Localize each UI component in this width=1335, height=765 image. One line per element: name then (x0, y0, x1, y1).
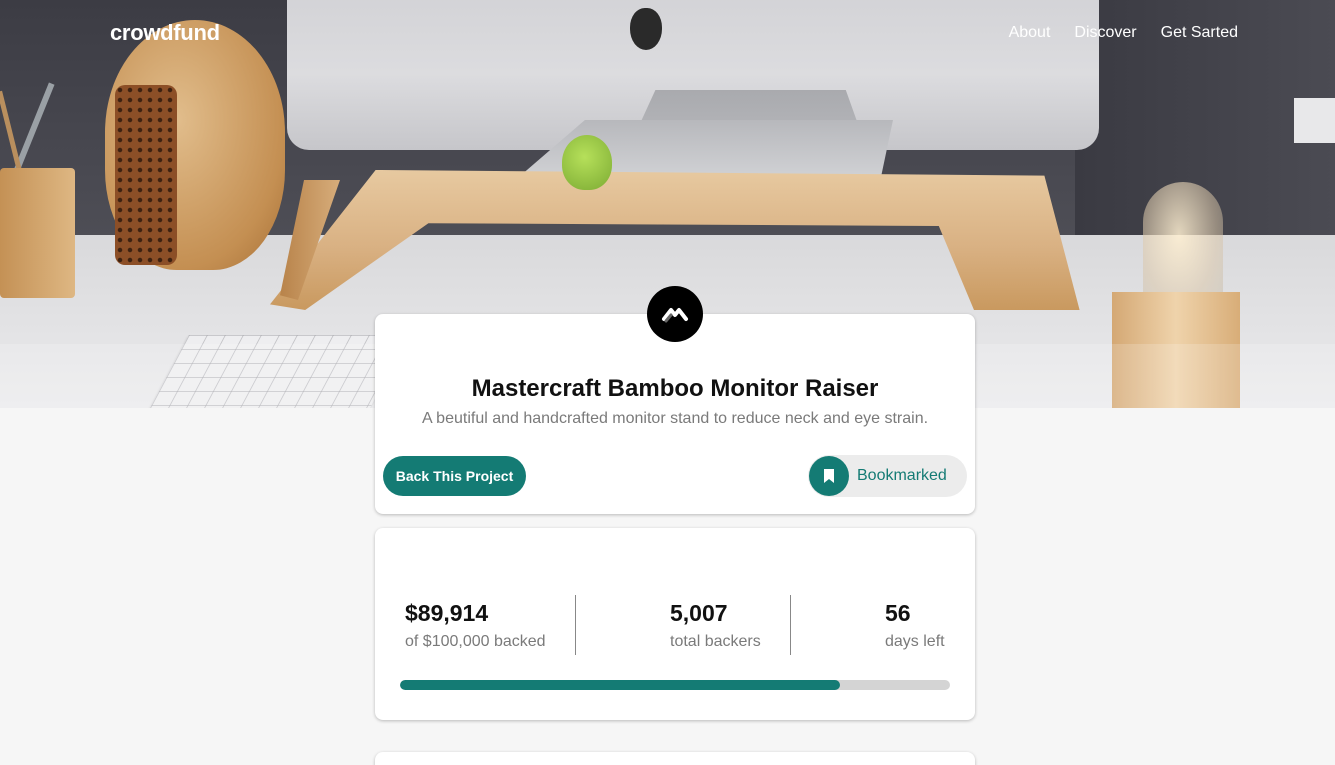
apple-logo-icon (630, 8, 662, 50)
stat-divider (575, 595, 576, 655)
hero-figurine (562, 135, 612, 190)
nav-item-about[interactable]: About (1009, 24, 1051, 42)
funding-progress-fill (400, 680, 840, 690)
stat-divider (790, 595, 791, 655)
nav-item-get-started[interactable]: Get Sarted (1161, 24, 1238, 42)
mastercraft-logo-svg (662, 308, 688, 323)
stat-days: 56 days left (885, 600, 945, 651)
brand-logo[interactable]: crowdfund (110, 20, 220, 46)
stat-backers: 5,007 total backers (670, 600, 761, 651)
mastercraft-logo-icon (647, 286, 703, 342)
project-title: Mastercraft Bamboo Monitor Raiser (471, 375, 879, 402)
nav-item-discover[interactable]: Discover (1074, 24, 1136, 42)
bookmark-icon-svg (824, 469, 834, 483)
bookmark-button[interactable]: Bookmarked (808, 455, 967, 497)
about-project-card (375, 752, 975, 765)
stat-backed-label: of $100,000 backed (405, 633, 546, 650)
stat-days-value: 56 (885, 600, 911, 626)
hero-pencil (0, 90, 24, 180)
hero-pen-cup (0, 168, 75, 298)
stat-backed-value: $89,914 (405, 600, 489, 626)
funding-progress-bar (400, 680, 950, 690)
stat-backed: $89,914 of $100,000 backed (405, 600, 546, 651)
project-description: A beutiful and handcrafted monitor stand… (421, 410, 929, 427)
hero-outlet (1294, 98, 1335, 143)
back-project-button[interactable]: Back This Project (383, 456, 526, 496)
stat-backers-label: total backers (670, 633, 761, 650)
bookmark-icon (809, 456, 849, 496)
stat-backers-value: 5,007 (670, 600, 728, 626)
project-stats-card: $89,914 of $100,000 backed 5,007 total b… (375, 528, 975, 720)
main-nav: About Discover Get Sarted (1009, 24, 1238, 42)
bookmark-label: Bookmarked (857, 467, 947, 484)
project-summary-card: Mastercraft Bamboo Monitor Raiser A beut… (375, 286, 975, 514)
hero-speaker-grill (115, 85, 177, 265)
stat-days-label: days left (885, 633, 945, 650)
